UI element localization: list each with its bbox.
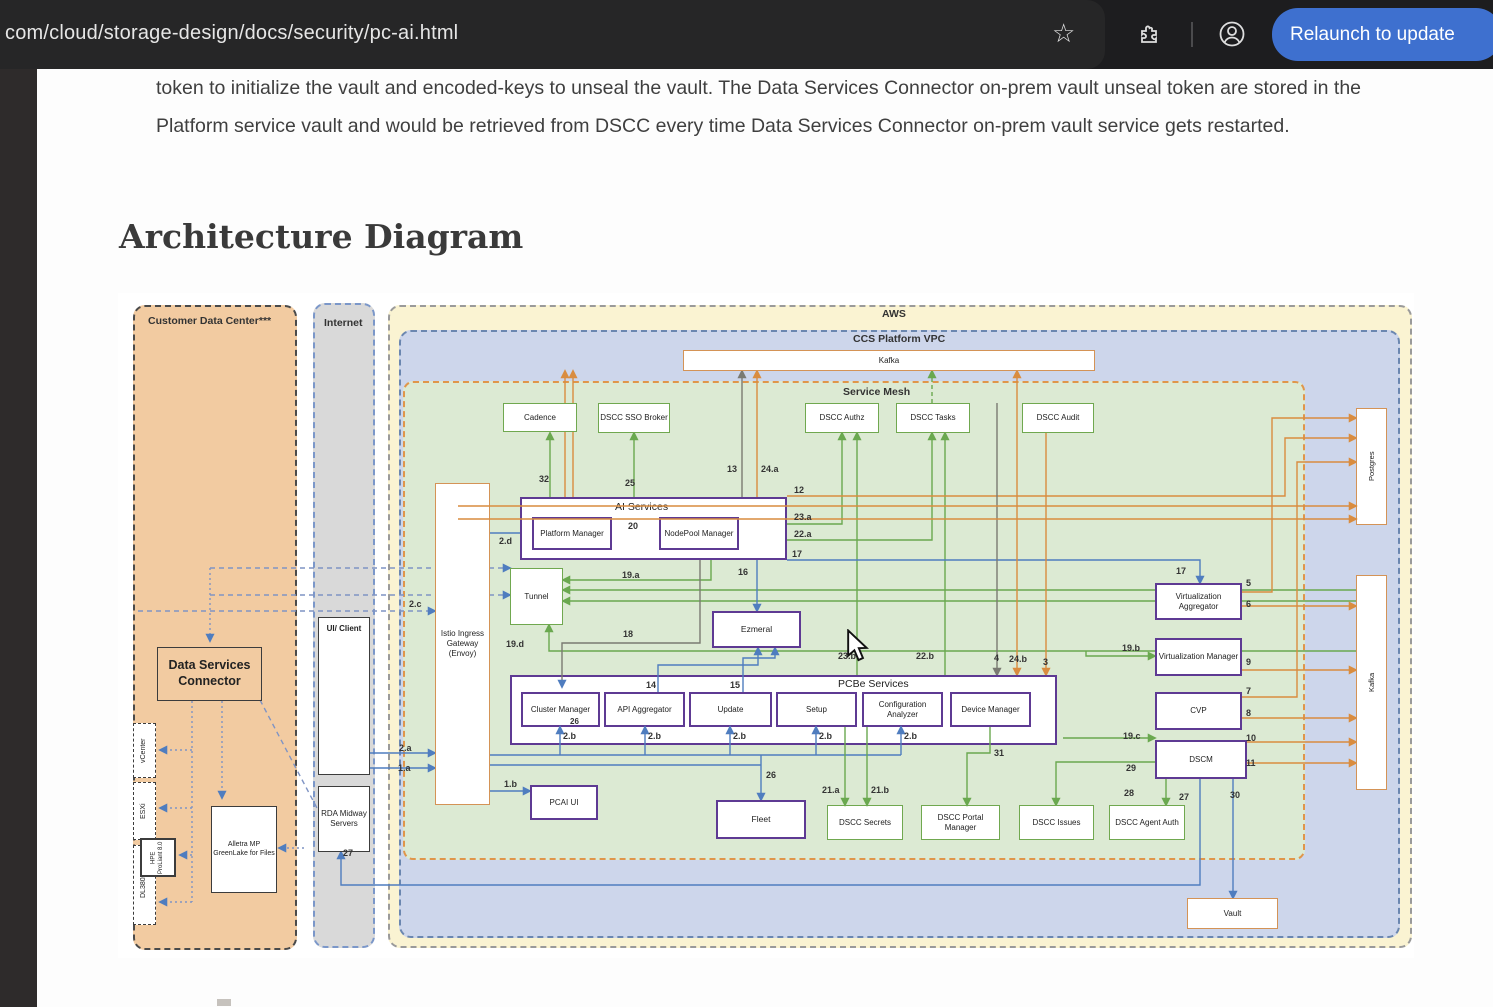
browser-toolbar: com/cloud/storage-design/docs/security/p… bbox=[0, 0, 1493, 69]
edge-label: 21.b bbox=[871, 785, 889, 795]
edge-label: 2.a bbox=[399, 743, 412, 753]
edge-label: 11 bbox=[1246, 758, 1256, 768]
edge-label: 26 bbox=[766, 770, 776, 780]
edge-label: 21.a bbox=[822, 785, 840, 795]
edge-label: 23.a bbox=[794, 512, 812, 522]
edge-label: 2.b bbox=[819, 731, 832, 741]
edge-label: 17 bbox=[792, 549, 802, 559]
edge-label: 12 bbox=[794, 485, 804, 495]
edge-label: 10 bbox=[1246, 733, 1256, 743]
edge-label: 26 bbox=[570, 717, 579, 726]
address-bar[interactable]: com/cloud/storage-design/docs/security/p… bbox=[0, 0, 1105, 69]
edge-label: 25 bbox=[625, 478, 635, 488]
edge-label: 6 bbox=[1246, 599, 1251, 609]
relaunch-to-update-button[interactable]: Relaunch to update bbox=[1272, 8, 1493, 61]
profile-icon[interactable] bbox=[1218, 20, 1246, 53]
edge-label: 7 bbox=[1246, 686, 1251, 696]
edge-label: 2.b bbox=[904, 731, 917, 741]
extensions-puzzle-icon[interactable] bbox=[1137, 22, 1161, 51]
edge-label: 2.c bbox=[409, 599, 422, 609]
edge-label: 5 bbox=[1246, 578, 1251, 588]
edge-label: 15 bbox=[730, 680, 740, 690]
architecture-diagram: Customer Data Center*** Internet AWS CCS… bbox=[118, 293, 1414, 958]
edge-label: 19.c bbox=[1123, 731, 1141, 741]
edge-label: 1.b bbox=[504, 779, 517, 789]
edge-label: 2.b bbox=[563, 731, 576, 741]
edge-label: 24.a bbox=[761, 464, 779, 474]
edge-label: 32 bbox=[539, 474, 549, 484]
page-content: token to initialize the vault and encode… bbox=[37, 69, 1493, 1007]
edge-label: 27 bbox=[1179, 792, 1189, 802]
edge-label: 24.b bbox=[1009, 654, 1027, 664]
edge-label: 13 bbox=[727, 464, 737, 474]
edge-label: 31 bbox=[994, 748, 1004, 758]
edge-label: 2.d bbox=[499, 536, 512, 546]
edge-label: 9 bbox=[1246, 657, 1251, 667]
edge-label: 4 bbox=[994, 653, 999, 663]
edge-label: 22.b bbox=[916, 651, 934, 661]
connector-lines-over bbox=[118, 293, 1414, 958]
edge-label: 27 bbox=[343, 848, 353, 858]
edge-label: 14 bbox=[646, 680, 656, 690]
edge-label: 17 bbox=[1176, 566, 1186, 576]
edge-label: 16 bbox=[738, 567, 748, 577]
edge-label: 19.a bbox=[622, 570, 640, 580]
toolbar-divider bbox=[1191, 22, 1193, 47]
edge-label: 2.b bbox=[733, 731, 746, 741]
edge-label: 22.a bbox=[794, 529, 812, 539]
url-text[interactable]: com/cloud/storage-design/docs/security/p… bbox=[5, 22, 458, 45]
edge-label: 18 bbox=[623, 629, 633, 639]
page-title: Architecture Diagram bbox=[119, 217, 523, 256]
edge-label: 29 bbox=[1126, 763, 1136, 773]
edge-label: 1.a bbox=[398, 763, 411, 773]
body-paragraph: token to initialize the vault and encode… bbox=[156, 69, 1436, 145]
edge-label: 28 bbox=[1124, 788, 1134, 798]
edge-label: 2.b bbox=[648, 731, 661, 741]
edge-label: 20 bbox=[628, 521, 638, 531]
bookmark-star-icon[interactable]: ☆ bbox=[1052, 18, 1075, 49]
mouse-cursor bbox=[845, 629, 875, 663]
edge-label: 8 bbox=[1246, 708, 1251, 718]
edge-label: 19.d bbox=[506, 639, 524, 649]
edge-label: 3 bbox=[1043, 657, 1048, 667]
partial-next-heading bbox=[217, 999, 231, 1006]
edge-label: 30 bbox=[1230, 790, 1240, 800]
edge-label: 19.b bbox=[1122, 643, 1140, 653]
